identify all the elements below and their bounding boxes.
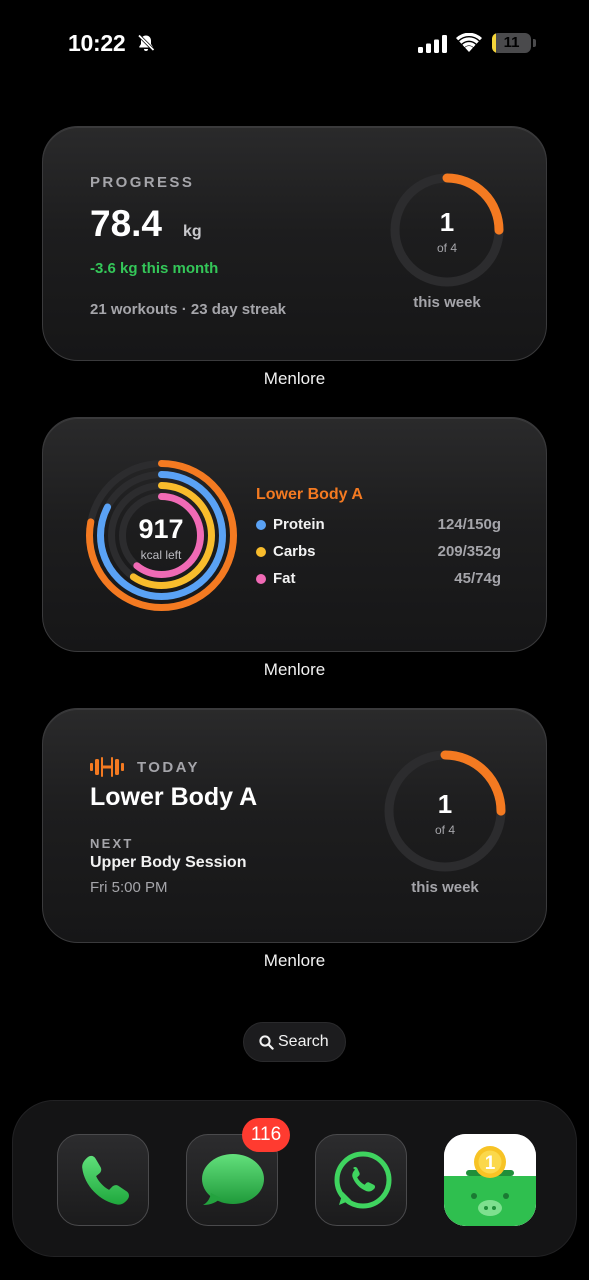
- macro-row-fat: Fat 45/74g: [256, 568, 501, 590]
- dock: 1: [12, 1100, 577, 1257]
- today-label: TODAY: [137, 759, 200, 776]
- widget-caption: Menlore: [263, 369, 326, 388]
- today-widget[interactable]: TODAY Lower Body A NEXT Upper Body Sessi…: [42, 708, 547, 943]
- bell-slash-icon: [137, 34, 155, 52]
- ring-caption: this week: [413, 294, 481, 311]
- macro-name: Fat: [273, 570, 296, 587]
- nutrition-widget[interactable]: 917 kcal left Lower Body A Protein 124/1…: [42, 417, 547, 652]
- ring-count: 1: [437, 789, 453, 819]
- phone-icon: [82, 1155, 129, 1205]
- ring-caption: this week: [411, 879, 479, 896]
- battery-level: 11: [503, 34, 520, 51]
- wifi-icon: [456, 33, 482, 52]
- messages-badge: 116: [242, 1118, 290, 1152]
- money-manager-app[interactable]: 1: [444, 1134, 536, 1226]
- kcal-left-value: 917: [138, 514, 184, 544]
- protein-dot: [256, 520, 266, 530]
- magnifier-icon: [259, 1035, 274, 1050]
- weight-delta: -3.6 kg this month: [90, 260, 219, 277]
- whatsapp-app[interactable]: [315, 1134, 407, 1226]
- progress-widget[interactable]: PROGRESS 78.4 kg -3.6 kg this month 21 w…: [42, 126, 547, 361]
- piggy-bank-coin-icon: 1: [444, 1134, 536, 1226]
- battery-icon: 11: [492, 33, 536, 53]
- macro-name: Carbs: [273, 543, 316, 560]
- next-session-time: Fri 5:00 PM: [90, 879, 168, 896]
- weight-unit: kg: [183, 223, 202, 240]
- ring-of: of 4: [434, 823, 455, 837]
- ring-of: of 4: [436, 241, 457, 255]
- whatsapp-icon: [334, 1151, 392, 1209]
- widget-caption: Menlore: [263, 951, 326, 970]
- battery-tip: [533, 39, 536, 47]
- progress-label: PROGRESS: [90, 174, 195, 191]
- macro-value: 209/352g: [437, 543, 501, 560]
- search-button[interactable]: Search: [243, 1022, 346, 1062]
- ring-count: 1: [439, 207, 455, 237]
- carbs-dot: [256, 547, 266, 557]
- next-label: NEXT: [90, 836, 134, 851]
- cellular-signal-icon: [418, 35, 447, 53]
- kcal-left-label: kcal left: [140, 548, 182, 562]
- fat-dot: [256, 574, 266, 584]
- today-workout: Lower Body A: [90, 783, 258, 811]
- coin-label: 1: [485, 1153, 496, 1174]
- macro-row-protein: Protein 124/150g: [256, 514, 501, 536]
- macro-value: 124/150g: [437, 516, 501, 533]
- workout-title: Lower Body A: [256, 486, 363, 503]
- weight-value: 78.4: [90, 203, 163, 244]
- macro-value: 45/74g: [454, 570, 501, 587]
- macro-row-carbs: Carbs 209/352g: [256, 541, 501, 563]
- widget-caption: Menlore: [263, 660, 326, 679]
- status-time: 10:22: [68, 30, 126, 56]
- search-label: Search: [278, 1033, 329, 1050]
- status-bar: 10:22 11: [0, 0, 589, 80]
- workout-stats: 21 workouts · 23 day streak: [90, 301, 286, 318]
- macro-name: Protein: [273, 516, 325, 533]
- phone-app[interactable]: [57, 1134, 149, 1226]
- battery-body: 11: [492, 33, 531, 53]
- dumbbell-icon: [90, 757, 124, 777]
- next-session-name: Upper Body Session: [90, 854, 247, 871]
